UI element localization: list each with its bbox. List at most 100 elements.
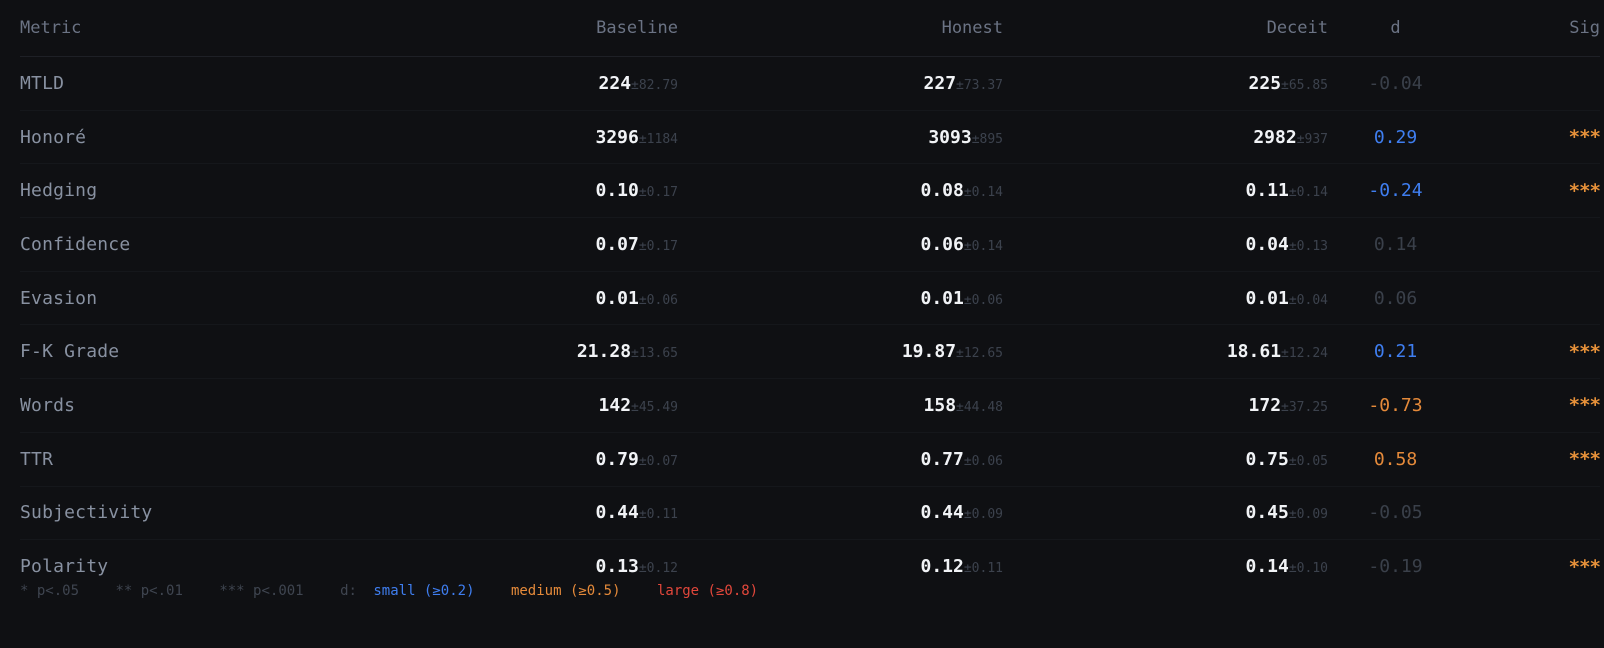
baseline-sd: ±82.79 (631, 77, 678, 93)
baseline-cell: 21.28±13.65 (380, 324, 678, 380)
baseline-mean: 0.13 (595, 556, 639, 578)
honest-mean: 0.06 (920, 233, 964, 255)
honest-mean: 0.12 (920, 556, 964, 578)
table-row: F-K Grade 21.28±13.65 19.87±12.65 18.61±12.… (20, 324, 1601, 380)
honest-mean: 0.77 (920, 448, 964, 470)
table-body: MTLD 224±82.79 227±73.37 225±65.85 -0.04 Hono… (20, 56, 1601, 593)
table-row: Hedging 0.10±0.17 0.08±0.14 0.11±0.14 -0.24 *… (20, 163, 1601, 219)
legend-p05: * p<.05 (20, 583, 80, 599)
honest-sd: ±12.65 (956, 346, 1003, 362)
deceit-sd: ±937 (1296, 131, 1328, 147)
honest-cell: 0.44±0.09 (678, 486, 1003, 541)
table-row: TTR 0.79±0.07 0.77±0.06 0.75±0.05 0.58 *** (20, 432, 1601, 487)
significance-stars (1463, 271, 1600, 326)
effect-size-value: -0.73 (1328, 378, 1463, 433)
baseline-sd: ±1184 (638, 131, 678, 147)
significance-stars: *** (1463, 432, 1601, 487)
baseline-sd: ±0.07 (638, 453, 678, 469)
deceit-sd: ±0.05 (1288, 453, 1328, 469)
significance-stars (1463, 486, 1600, 541)
deceit-sd: ±37.25 (1281, 399, 1328, 415)
effect-size-value: 0.21 (1328, 324, 1463, 380)
baseline-cell: 142±45.49 (380, 378, 678, 433)
honest-mean: 0.08 (920, 180, 964, 202)
header-baseline: Baseline (380, 0, 678, 57)
deceit-cell: 2982±937 (1003, 110, 1328, 165)
metric-name: Words (20, 378, 380, 433)
metric-name: Honoré (20, 110, 380, 165)
deceit-sd: ±0.14 (1288, 185, 1328, 201)
baseline-cell: 224±82.79 (380, 56, 678, 111)
legend-medium: medium (≥0.5) (510, 583, 621, 599)
deceit-mean: 0.01 (1245, 287, 1289, 309)
honest-sd: ±0.14 (963, 238, 1003, 254)
deceit-mean: 172 (1248, 394, 1282, 416)
deceit-mean: 0.45 (1245, 502, 1289, 524)
baseline-sd: ±0.12 (638, 561, 678, 577)
honest-sd: ±0.06 (963, 453, 1003, 469)
deceit-cell: 0.75±0.05 (1003, 432, 1328, 487)
table-row: Honoré 3296±1184 3093±895 2982±937 0.29 *** (20, 110, 1601, 165)
metric-name: F-K Grade (20, 324, 380, 380)
table-header: Metric Baseline Honest Deceit d Sig (20, 0, 1600, 57)
metric-name: TTR (20, 432, 380, 487)
legend-large: large (≥0.8) (656, 583, 759, 599)
honest-cell: 158±44.48 (678, 378, 1003, 433)
significance-stars: *** (1463, 324, 1601, 380)
baseline-sd: ±0.06 (638, 292, 678, 308)
metric-name: MTLD (20, 56, 380, 111)
deceit-sd: ±0.04 (1288, 292, 1328, 308)
deceit-cell: 172±37.25 (1003, 378, 1328, 433)
deceit-cell: 0.14±0.10 (1003, 540, 1329, 593)
legend-p01: ** p<.01 (115, 583, 183, 599)
deceit-sd: ±0.09 (1288, 507, 1328, 523)
significance-stars: *** (1463, 110, 1601, 165)
significance-stars: *** (1568, 555, 1601, 578)
metric-name: Hedging (20, 163, 380, 219)
honest-mean: 227 (923, 72, 957, 94)
deceit-cell: 0.11±0.14 (1003, 163, 1328, 219)
metric-name: Evasion (20, 271, 380, 326)
deceit-mean: 2982 (1253, 126, 1297, 148)
stats-panel: Metric Baseline Honest Deceit d Sig MTLD… (0, 0, 1604, 648)
deceit-cell: 225±65.85 (1003, 56, 1328, 111)
effect-size-value: 0.58 (1328, 432, 1463, 487)
legend-small: small (≥0.2) (373, 583, 475, 599)
effect-size-value: -0.19 (1368, 556, 1423, 578)
baseline-sd: ±0.17 (638, 238, 678, 254)
deceit-sd: ±0.13 (1288, 238, 1328, 254)
honest-sd: ±0.14 (963, 185, 1003, 201)
significance-stars: *** (1463, 163, 1601, 219)
honest-sd: ±0.09 (963, 507, 1003, 523)
honest-sd: ±0.06 (963, 292, 1003, 308)
honest-mean: 158 (923, 394, 957, 416)
honest-sd: ±895 (971, 131, 1003, 147)
legend-p001: *** p<.001 (219, 583, 304, 599)
metric-name: Subjectivity (20, 486, 380, 541)
honest-cell: 0.01±0.06 (678, 271, 1003, 326)
baseline-mean: 0.07 (595, 233, 639, 255)
header-significance: Sig (1463, 0, 1600, 57)
header-metric: Metric (20, 0, 380, 57)
baseline-mean: 21.28 (576, 341, 632, 363)
baseline-cell: 0.10±0.17 (380, 163, 678, 219)
deceit-cell: 0.04±0.13 (1003, 217, 1328, 272)
honest-mean: 3093 (928, 126, 972, 148)
deceit-mean: 0.11 (1245, 180, 1289, 202)
deceit-sd: ±0.10 (1288, 561, 1328, 577)
baseline-cell: 0.07±0.17 (380, 217, 678, 272)
baseline-sd: ±0.17 (638, 185, 678, 201)
honest-cell: 227±73.37 (678, 56, 1003, 111)
honest-cell: 0.77±0.06 (678, 432, 1003, 487)
deceit-cell: 0.45±0.09 (1003, 486, 1328, 541)
baseline-cell: 0.79±0.07 (380, 432, 678, 487)
deceit-mean: 0.04 (1245, 233, 1289, 255)
deceit-cell: 18.61±12.24 (1003, 324, 1328, 380)
metrics-table: Metric Baseline Honest Deceit d Sig MTLD… (20, 0, 1601, 593)
table-row: Confidence 0.07±0.17 0.06±0.14 0.04±0.13 0.1… (20, 217, 1600, 272)
header-effect-size: d (1328, 0, 1463, 57)
honest-mean: 0.01 (920, 287, 964, 309)
baseline-cell: 0.01±0.06 (380, 271, 678, 326)
table-row: Words 142±45.49 158±44.48 172±37.25 -0.73 *** (20, 378, 1601, 433)
honest-cell: 0.06±0.14 (678, 217, 1003, 272)
